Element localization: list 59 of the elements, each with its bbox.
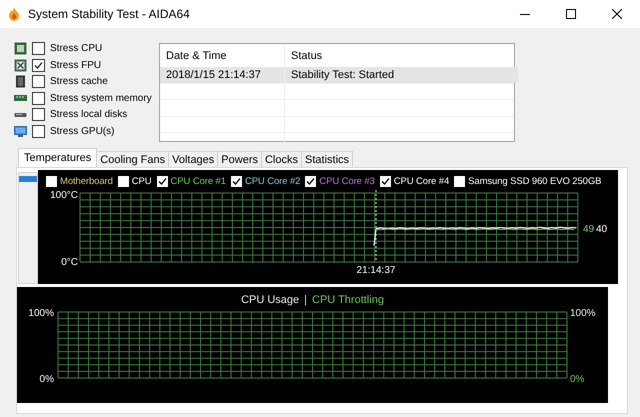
legend-label: CPU Core #2 (244, 176, 300, 187)
check-mark-icon (380, 177, 390, 186)
checkbox-label: Stress cache (50, 76, 108, 88)
checkbox[interactable] (156, 176, 168, 187)
checkbox[interactable] (305, 176, 316, 187)
checkbox[interactable] (32, 124, 45, 138)
legend-label: CPU (132, 176, 152, 187)
axis-label: 0°C (61, 257, 78, 268)
checkbox[interactable] (32, 42, 45, 56)
checkbox[interactable] (32, 108, 45, 122)
legend-label: Samsung SSD 960 EVO 250GB (468, 176, 602, 187)
checkbox[interactable] (380, 176, 391, 187)
checkbox[interactable] (118, 176, 129, 187)
tab[interactable]: Voltages (168, 151, 218, 167)
chip-icon (14, 42, 27, 56)
checkbox-label: Stress CPU (50, 43, 102, 54)
legend-label: Motherboard (60, 176, 113, 187)
tab[interactable]: Cooling Fans (96, 151, 170, 167)
flame-icon (8, 7, 20, 21)
table-row[interactable]: 2018/1/15 21:14:37 Stability Test: Started (160, 67, 514, 84)
tab[interactable]: Statistics (301, 151, 354, 167)
separator-text: | (304, 294, 307, 308)
block-icon (14, 75, 27, 88)
checkbox[interactable] (454, 176, 466, 187)
chip-icon (14, 58, 27, 72)
legend-label: CPU Throttling (312, 294, 384, 308)
highlight-bar (19, 176, 37, 182)
axis-label: 0% (570, 374, 584, 385)
axis-label: 100% (28, 308, 54, 319)
checkbox[interactable] (230, 176, 242, 187)
legend-label: CPU Core #1 (170, 176, 226, 187)
checkbox-label: Stress FPU (50, 60, 102, 71)
check-mark-icon (34, 60, 43, 70)
checkbox[interactable] (32, 92, 45, 105)
axis-label: 0% (40, 374, 54, 385)
table-cell: Stability Test: Started (285, 67, 519, 82)
checkbox-label: Stress GPU(s) (50, 126, 114, 137)
check-mark-icon (306, 177, 316, 186)
reading-label: 40 (596, 224, 608, 235)
check-mark-icon (158, 177, 167, 186)
time-label: 21:14:37 (356, 265, 396, 276)
checkbox-label: Stress local disks (50, 109, 128, 120)
monitor-icon (14, 124, 27, 138)
checkbox-label: Stress system memory (50, 92, 152, 104)
legend-label: CPU Core #4 (394, 176, 450, 187)
tab[interactable]: Temperatures (18, 148, 98, 167)
checkbox[interactable] (46, 176, 57, 187)
maximize-icon (566, 9, 576, 19)
axis-label: 100°C (50, 190, 78, 201)
window-title: System Stability Test - AIDA64 (28, 7, 191, 21)
table-cell: 2018/1/15 21:14:37 (160, 67, 285, 82)
check-mark-icon (232, 177, 241, 186)
checkbox[interactable] (32, 58, 45, 72)
reading-label: 49 (583, 224, 594, 235)
legend-label: CPU Core #3 (319, 176, 375, 187)
checkbox[interactable] (32, 75, 45, 88)
axis-label: 100% (570, 308, 596, 319)
close-icon (612, 9, 622, 19)
legend-label: CPU Usage (241, 294, 300, 308)
